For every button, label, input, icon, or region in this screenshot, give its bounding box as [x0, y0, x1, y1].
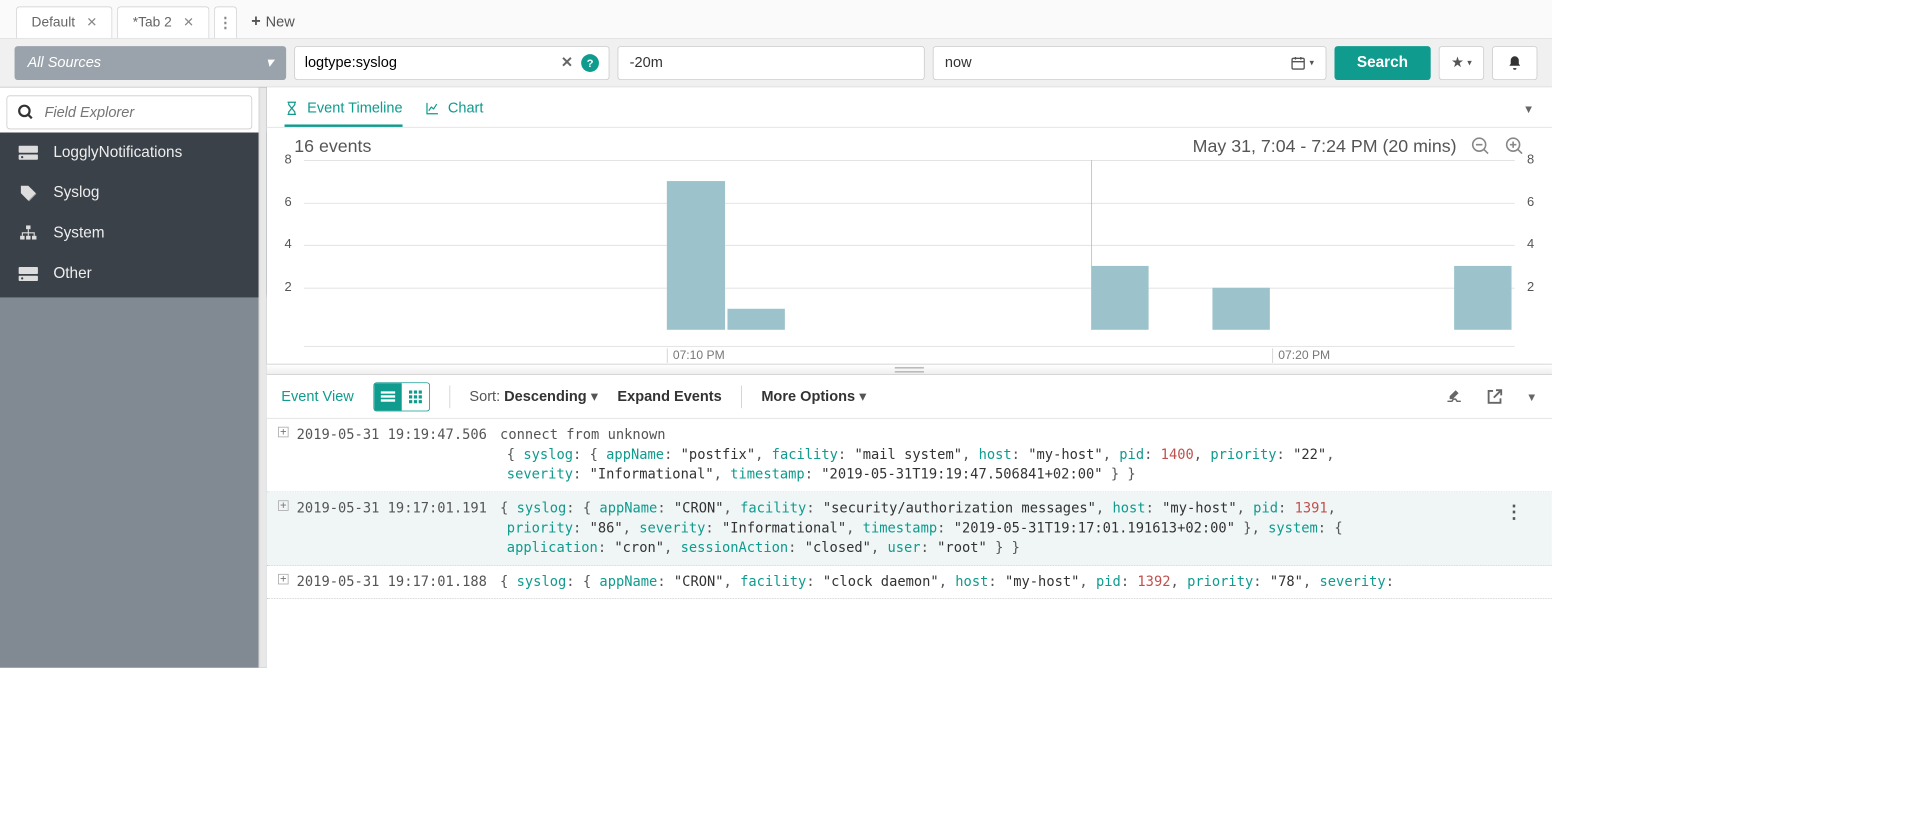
- expand-icon[interactable]: +: [278, 427, 289, 438]
- chart-header: 16 events May 31, 7:04 - 7:24 PM (20 min…: [267, 128, 1552, 160]
- event-view-label: Event View: [281, 388, 354, 405]
- tabs-menu-button[interactable]: ⋮: [214, 6, 237, 38]
- view-options-caret[interactable]: ▼: [1523, 103, 1534, 127]
- sidebar-item-syslog[interactable]: Syslog: [0, 173, 267, 213]
- log-entry[interactable]: +2019-05-31 19:17:01.188 { syslog: { app…: [267, 566, 1552, 600]
- more-caret[interactable]: ▼: [1526, 390, 1537, 403]
- favorites-dropdown[interactable]: ★ ▾: [1439, 46, 1484, 80]
- log-entry[interactable]: +2019-05-31 19:17:01.191 { syslog: { app…: [267, 492, 1552, 565]
- time-to-input[interactable]: now ▾: [933, 46, 1326, 80]
- event-count: 16 events: [294, 136, 371, 157]
- disk-icon: [18, 144, 39, 162]
- expand-events-button[interactable]: Expand Events: [617, 388, 721, 405]
- tab-label: Default: [32, 15, 76, 31]
- chart-bar[interactable]: [1091, 266, 1149, 330]
- new-tab-label: New: [266, 14, 295, 31]
- view-mode-toggle: [373, 382, 430, 411]
- view-tab-timeline[interactable]: Event Timeline: [285, 99, 403, 126]
- view-tab-label: Chart: [448, 99, 484, 116]
- chart-bar[interactable]: [728, 309, 786, 330]
- chart-icon: [425, 101, 440, 116]
- y-tick: 6: [1527, 195, 1534, 210]
- log-list[interactable]: +2019-05-31 19:19:47.506 connect from un…: [267, 419, 1552, 668]
- more-options-button[interactable]: More Options ▾: [761, 388, 866, 405]
- y-tick: 2: [285, 280, 292, 295]
- chart-bar[interactable]: [667, 181, 725, 330]
- search-icon: [17, 103, 35, 121]
- query-input[interactable]: [305, 54, 561, 71]
- entry-more-icon[interactable]: ⋮: [1505, 500, 1523, 526]
- time-to-value: now: [945, 54, 972, 71]
- tab-label: *Tab 2: [133, 15, 172, 31]
- clear-icon[interactable]: ✕: [561, 54, 573, 71]
- field-explorer-input[interactable]: [44, 104, 241, 121]
- time-from-value: -20m: [630, 54, 663, 71]
- close-icon[interactable]: ✕: [86, 15, 97, 31]
- sort-option[interactable]: Sort: Descending ▾: [469, 388, 598, 405]
- tag-icon: [18, 184, 39, 202]
- sidebar-item-label: LogglyNotifications: [53, 144, 182, 162]
- alerts-button[interactable]: [1492, 46, 1537, 80]
- sources-dropdown[interactable]: All Sources ▾: [15, 46, 287, 80]
- sidebar-item-label: Other: [53, 265, 91, 283]
- disk-icon: [18, 265, 39, 283]
- customize-columns-icon[interactable]: [1445, 388, 1463, 406]
- timeline-chart[interactable]: 22446688 07:10 PM07:20 PM: [267, 160, 1552, 364]
- sidebar: LogglyNotifications Syslog System Other: [0, 87, 267, 667]
- y-tick: 2: [1527, 280, 1534, 295]
- sidebar-item-other[interactable]: Other: [0, 254, 267, 294]
- log-entry[interactable]: +2019-05-31 19:19:47.506 connect from un…: [267, 419, 1552, 492]
- grid-view-button[interactable]: [401, 383, 428, 410]
- sidebar-empty: [0, 297, 267, 667]
- event-view-bar: Event View Sort: Descending ▾ Expand Eve…: [267, 375, 1552, 419]
- chart-bar[interactable]: [1454, 266, 1512, 330]
- y-tick: 4: [285, 238, 292, 253]
- chart-bar[interactable]: [1212, 287, 1270, 329]
- time-from-input[interactable]: -20m: [618, 46, 925, 80]
- list-view-button[interactable]: [374, 383, 401, 410]
- content-area: Event Timeline Chart ▼ 16 events May 31,…: [267, 87, 1552, 667]
- split-handle[interactable]: [267, 364, 1552, 375]
- sources-label: All Sources: [27, 54, 101, 71]
- sidebar-item-label: Syslog: [53, 184, 99, 202]
- field-explorer-search[interactable]: [6, 95, 252, 129]
- sitemap-icon: [18, 225, 39, 243]
- search-button[interactable]: Search: [1334, 46, 1430, 80]
- time-range-label: May 31, 7:04 - 7:24 PM (20 mins): [1193, 136, 1457, 157]
- x-tick: 07:20 PM: [1273, 348, 1331, 363]
- tab-default[interactable]: Default ✕: [16, 6, 112, 38]
- help-icon[interactable]: ?: [581, 54, 599, 72]
- expand-icon[interactable]: +: [278, 500, 289, 511]
- calendar-icon[interactable]: ▾: [1290, 55, 1314, 71]
- share-icon[interactable]: [1486, 388, 1504, 406]
- zoom-in-icon[interactable]: [1505, 137, 1524, 156]
- new-tab-button[interactable]: + New: [242, 6, 305, 38]
- query-input-wrap: ✕ ?: [294, 46, 609, 80]
- view-tabs: Event Timeline Chart ▼: [267, 87, 1552, 127]
- sidebar-item-system[interactable]: System: [0, 213, 267, 253]
- y-tick: 6: [285, 195, 292, 210]
- search-row: All Sources ▾ ✕ ? -20m now ▾ Search ★ ▾: [0, 39, 1552, 87]
- y-tick: 4: [1527, 238, 1534, 253]
- close-icon[interactable]: ✕: [183, 15, 194, 31]
- tab-bar: Default ✕ *Tab 2 ✕ ⋮ + New: [0, 0, 1552, 39]
- sidebar-item-label: System: [53, 225, 104, 243]
- y-tick: 8: [1527, 153, 1534, 168]
- chevron-down-icon: ▾: [266, 54, 273, 71]
- view-tab-chart[interactable]: Chart: [425, 99, 483, 126]
- x-tick: 07:10 PM: [667, 348, 725, 363]
- plus-icon: +: [251, 13, 260, 32]
- hourglass-icon: [285, 101, 300, 116]
- sidebar-item-logglynotifications[interactable]: LogglyNotifications: [0, 133, 267, 173]
- zoom-out-icon[interactable]: [1471, 137, 1490, 156]
- expand-icon[interactable]: +: [278, 574, 289, 585]
- y-tick: 8: [285, 153, 292, 168]
- view-tab-label: Event Timeline: [307, 99, 402, 116]
- tab-2[interactable]: *Tab 2 ✕: [117, 6, 209, 38]
